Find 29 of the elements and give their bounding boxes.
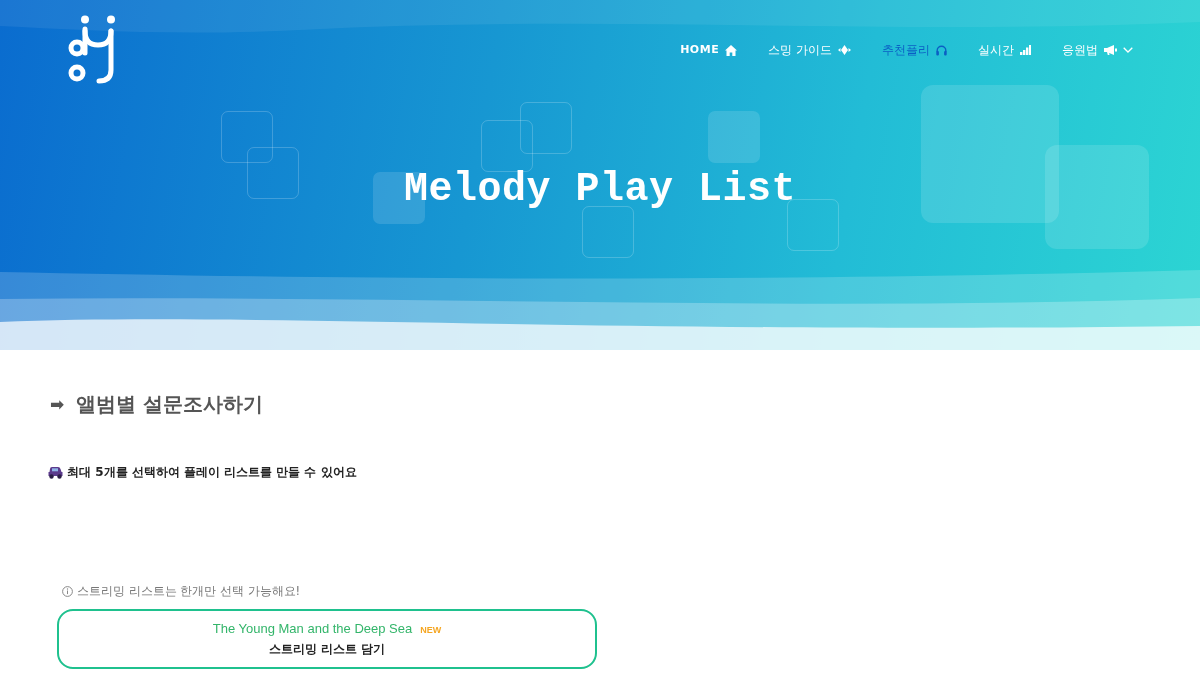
info-text: 스트리밍 리스트는 한개만 선택 가능해요! [77,583,301,599]
deco-square [787,199,839,251]
add-list-label: 스트리밍 리스트 담기 [268,640,386,658]
deco-square [481,120,533,172]
diamond-icon [838,45,851,55]
hero-title: Melody Play List [403,166,797,214]
nav-link[interactable]: 응원법 [1062,42,1133,58]
deco-square [520,102,572,154]
megaphone-icon [1104,45,1117,55]
deco-square [582,206,634,258]
nav-link[interactable]: HOME [680,42,738,58]
deco-square [247,147,299,199]
section-heading: 앨범별 설문조사하기 [76,390,264,418]
car-icon [48,465,63,479]
nav-link[interactable]: 실시간 [978,42,1031,58]
album-title: The Young Man and the Deep Sea [212,620,413,636]
deco-square [708,111,760,163]
deco-square [221,111,273,163]
signal-bars-icon [1020,45,1031,55]
nav-link[interactable]: 추천플리 [882,42,947,58]
info-icon [62,585,73,597]
home-icon [725,44,738,56]
arrow-icon: ➡ [50,394,65,414]
new-label: NEW [420,624,442,635]
logo-icon[interactable] [67,15,117,85]
note-text: 최대 5개를 선택하여 플레이 리스트를 만들 수 있어요 [67,463,357,481]
album-option-button[interactable]: The Young Man and the Deep Sea NEW 스트리밍 리스트 담기 [57,609,597,669]
nav-link[interactable]: 스밍 가이드 [768,42,851,58]
headphones-icon [936,44,947,56]
